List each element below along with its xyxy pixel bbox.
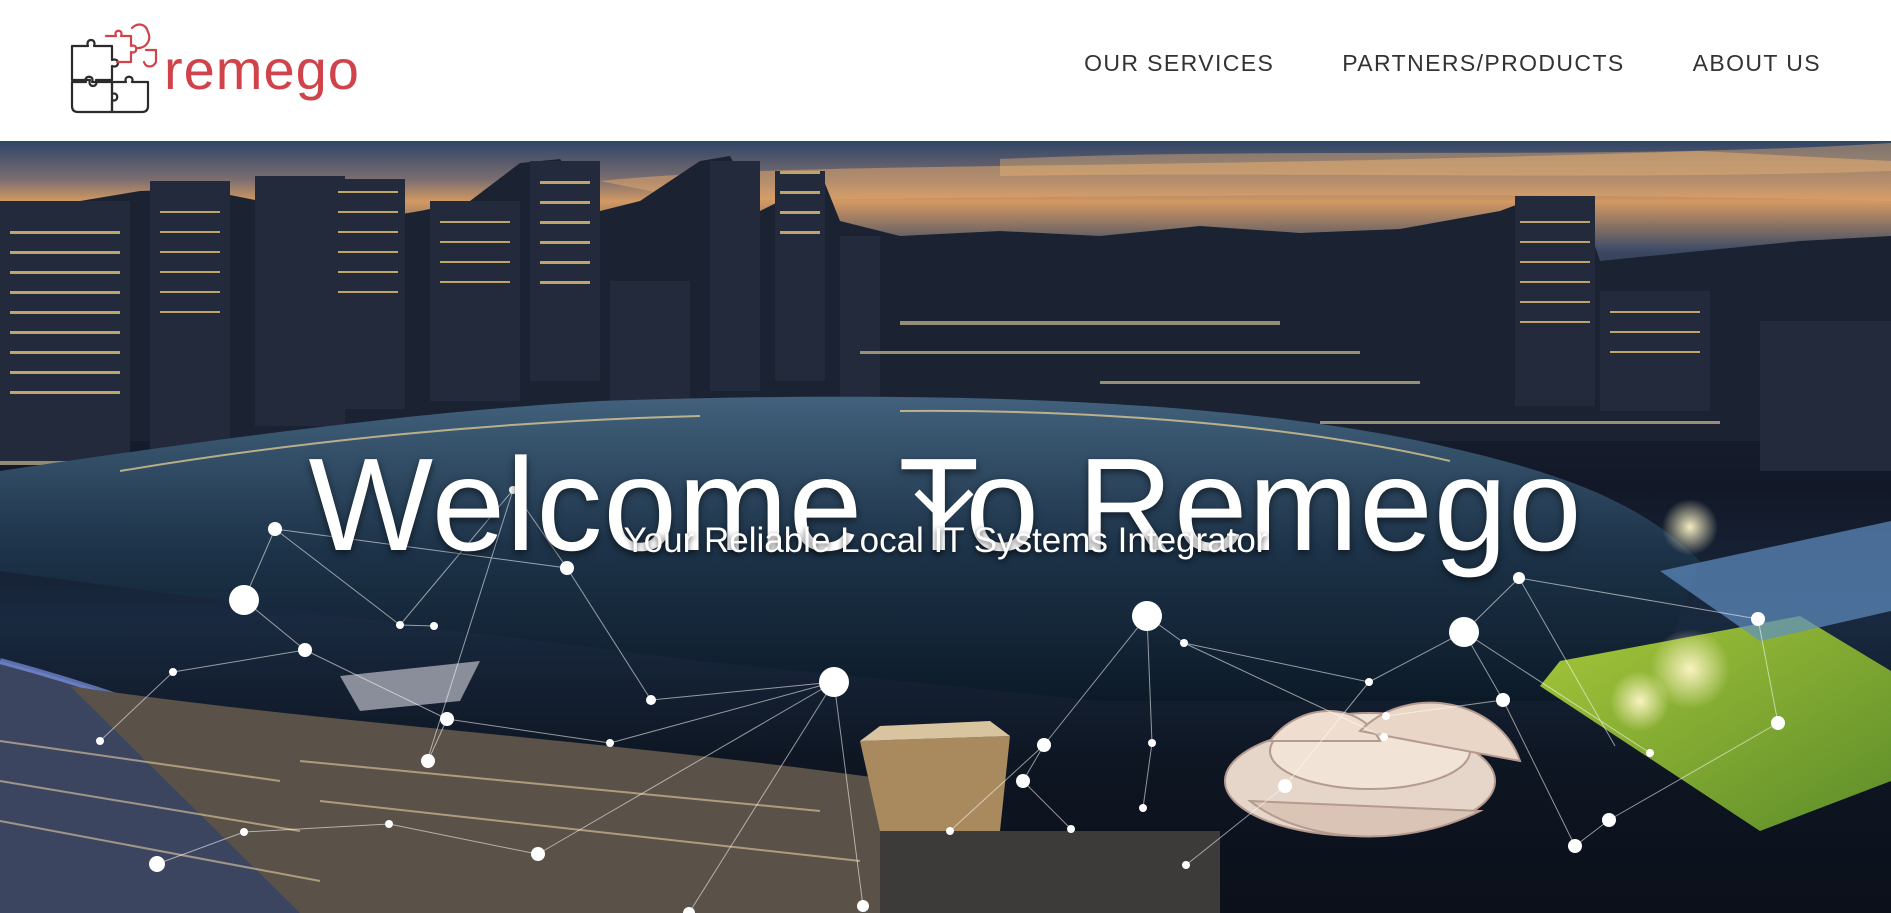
site-header: remego OUR SERVICES PARTNERS/PRODUCTS AB… (0, 0, 1891, 141)
nav-about-us[interactable]: ABOUT US (1693, 50, 1821, 77)
logo[interactable]: remego (66, 18, 386, 122)
hero-banner: Welcome To Remego Your Reliable Local IT… (0, 141, 1891, 913)
nav-partners-products[interactable]: PARTNERS/PRODUCTS (1342, 50, 1624, 77)
nav-our-services[interactable]: OUR SERVICES (1084, 50, 1274, 77)
logo-text: remego (164, 38, 360, 101)
hero-subtitle: Your Reliable Local IT Systems Integrato… (623, 521, 1268, 560)
main-nav: OUR SERVICES PARTNERS/PRODUCTS ABOUT US (1084, 50, 1821, 77)
puzzle-icon (70, 23, 158, 114)
